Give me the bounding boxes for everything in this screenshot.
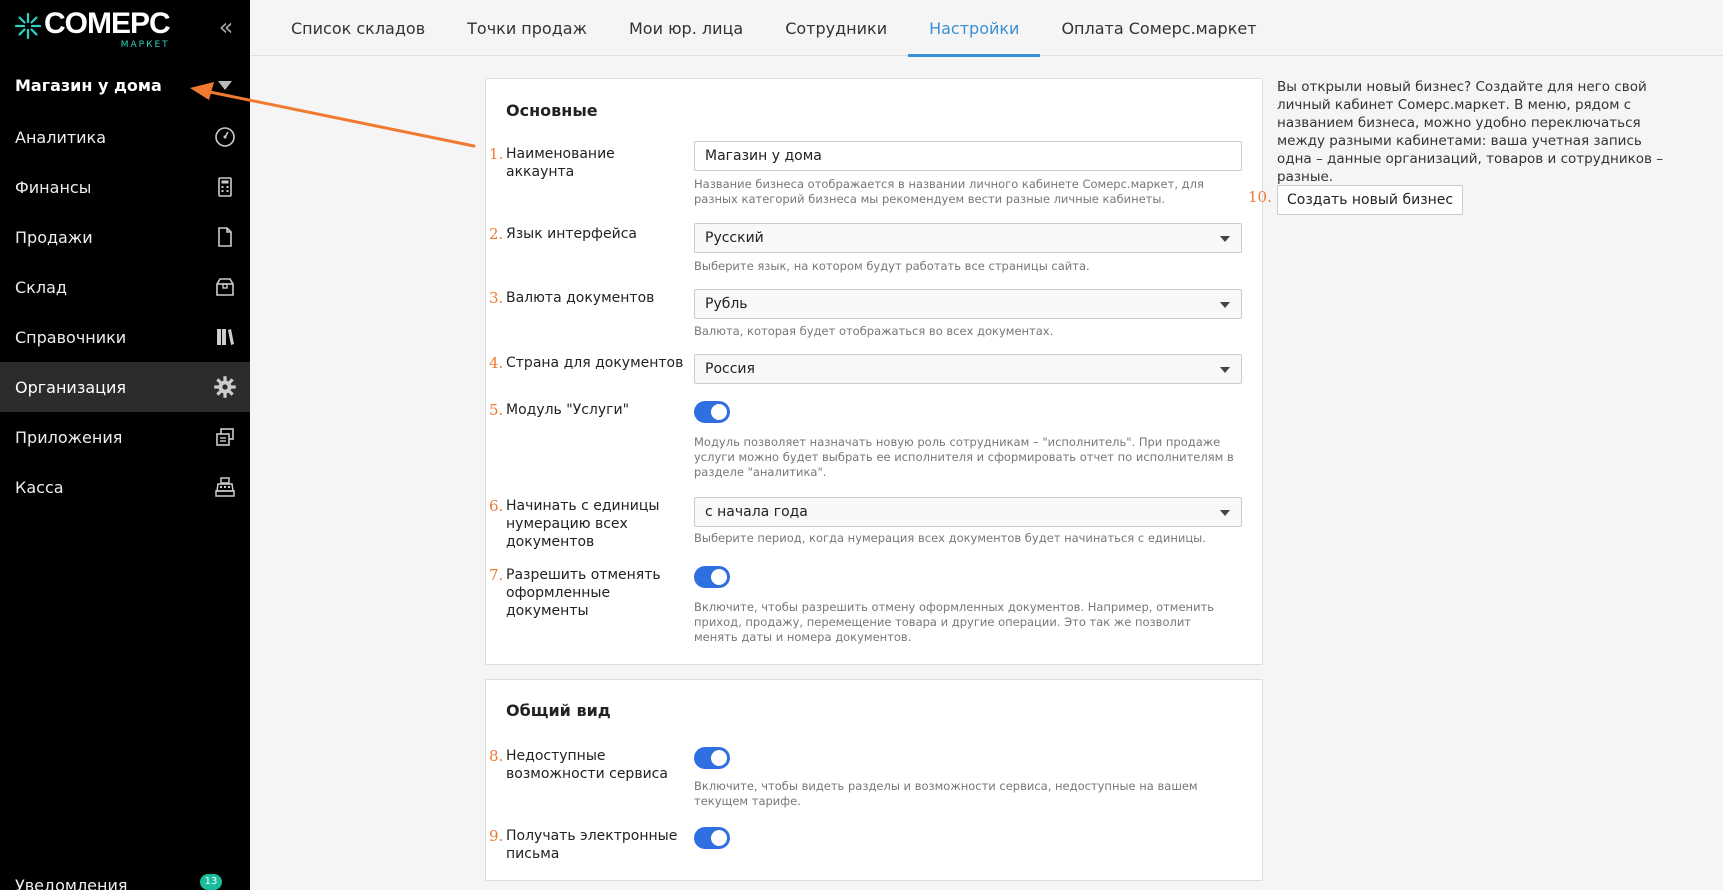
sidebar-item-label: Касса	[15, 477, 64, 497]
services-module-toggle[interactable]	[694, 401, 730, 423]
sidebar-item-label: Склад	[15, 277, 67, 297]
store-switcher[interactable]: Магазин у дома	[0, 66, 250, 104]
sidebar-item-label: Справочники	[15, 327, 127, 347]
annotation-number: 6.	[489, 497, 504, 515]
annotation-number: 10.	[1248, 188, 1272, 206]
sidebar-item-label: Финансы	[15, 177, 92, 197]
tab-employees[interactable]: Сотрудники	[764, 0, 908, 56]
language-select[interactable]: Русский	[694, 223, 1242, 253]
sidebar: COMEPC МАРКЕТ « Магазин у дома Аналитика…	[0, 0, 250, 890]
sidebar-item-analytics[interactable]: Аналитика	[0, 112, 250, 162]
numbering-hint: Выберите период, когда нумерация всех до…	[694, 531, 1206, 545]
unavailable-features-toggle[interactable]	[694, 747, 730, 769]
tab-payment[interactable]: Оплата Сомерс.маркет	[1040, 0, 1277, 56]
sidebar-item-label: Приложения	[15, 427, 123, 447]
sidebar-item-warehouse[interactable]: Склад	[0, 262, 250, 312]
annotation-number: 5.	[489, 401, 504, 419]
appearance-settings-panel: Общий вид 8. Недоступные возможности сер…	[485, 679, 1263, 881]
calculator-icon	[218, 177, 232, 197]
caret-down-icon[interactable]	[218, 81, 232, 90]
sidebar-item-finance[interactable]: Финансы	[0, 162, 250, 212]
store-name: Магазин у дома	[15, 75, 162, 95]
tab-legal-entities[interactable]: Мои юр. лица	[608, 0, 764, 56]
annotation-number: 2.	[489, 225, 504, 243]
sidebar-item-notifications[interactable]: Уведомления	[15, 876, 128, 890]
cancel-documents-toggle[interactable]	[694, 566, 730, 588]
annotation-number: 9.	[489, 827, 504, 845]
double-chevron-left-icon[interactable]: «	[214, 15, 238, 40]
services-module-label: Модуль "Услуги"	[506, 402, 630, 418]
cash-register-icon	[215, 477, 235, 497]
logo-subtitle: МАРКЕТ	[120, 40, 170, 50]
basic-settings-panel: Основные 1. Наименование аккаунта Магази…	[485, 78, 1263, 665]
numbering-label: Начинать с единицы нумерацию всех докуме…	[506, 498, 660, 550]
logo-star-icon	[14, 12, 42, 40]
logo[interactable]: COMEPC МАРКЕТ	[14, 7, 171, 54]
currency-label: Валюта документов	[506, 290, 655, 306]
tab-sale-points[interactable]: Точки продаж	[446, 0, 608, 56]
annotation-number: 4.	[489, 354, 504, 372]
language-label: Язык интерфейса	[506, 226, 637, 242]
account-name-hint: Название бизнеса отображается в названии…	[694, 177, 1204, 206]
annotation-number: 8.	[489, 747, 504, 765]
annotation-number: 3.	[489, 289, 504, 307]
sidebar-item-references[interactable]: Справочники	[0, 312, 250, 362]
services-module-hint: Модуль позволяет назначать новую роль со…	[694, 435, 1234, 479]
books-icon	[217, 329, 234, 345]
sidebar-item-apps[interactable]: Приложения	[0, 412, 250, 462]
sidebar-item-sales[interactable]: Продажи	[0, 212, 250, 262]
sidebar-item-cashbox[interactable]: Касса	[0, 462, 250, 512]
country-label: Страна для документов	[506, 355, 684, 371]
windows-icon	[216, 428, 234, 446]
sidebar-item-label: Продажи	[15, 227, 93, 247]
annotation-number: 7.	[489, 566, 504, 584]
emails-toggle[interactable]	[694, 827, 730, 849]
create-new-business-button[interactable]: Создать новый бизнес	[1277, 185, 1464, 215]
section-title-basic: Основные	[506, 101, 598, 120]
gear-icon	[214, 376, 236, 398]
sidebar-item-organization[interactable]: Организация	[0, 362, 250, 412]
document-icon	[218, 227, 232, 247]
language-hint: Выберите язык, на котором будут работать…	[694, 259, 1090, 273]
top-tabs: Список складов Точки продаж Мои юр. лица…	[250, 0, 1723, 57]
sidebar-item-label: Организация	[15, 377, 127, 397]
cancel-documents-label: Разрешить отменять оформленные документы	[506, 567, 661, 619]
account-name-label: Наименование аккаунта	[506, 146, 615, 180]
logo-text: COMEPC	[44, 7, 171, 40]
section-title-appearance: Общий вид	[506, 701, 611, 720]
sidebar-nav: Аналитика Финансы Продажи Склад Справочн…	[0, 112, 250, 512]
notifications-badge: 13	[200, 874, 222, 890]
box-icon	[216, 278, 234, 296]
unavailable-features-hint: Включите, чтобы видеть разделы и возможн…	[694, 779, 1198, 808]
unavailable-features-label: Недоступные возможности сервиса	[506, 748, 668, 782]
cancel-documents-hint: Включите, чтобы разрешить отмену оформле…	[694, 600, 1215, 644]
emails-label: Получать электронные письма	[506, 828, 678, 862]
new-business-info: Вы открыли новый бизнес? Создайте для не…	[1277, 79, 1664, 185]
sidebar-item-label: Аналитика	[15, 127, 107, 147]
numbering-select[interactable]: с начала года	[694, 497, 1242, 527]
account-name-input[interactable]: Магазин у дома	[694, 141, 1242, 171]
country-select[interactable]: Россия	[694, 354, 1242, 384]
annotation-number: 1.	[489, 145, 504, 163]
currency-hint: Валюта, которая будет отображаться во вс…	[694, 324, 1054, 338]
gauge-icon	[215, 127, 235, 147]
tab-warehouses[interactable]: Список складов	[270, 0, 446, 56]
currency-select[interactable]: Рубль	[694, 289, 1242, 319]
tab-settings[interactable]: Настройки	[908, 0, 1041, 57]
